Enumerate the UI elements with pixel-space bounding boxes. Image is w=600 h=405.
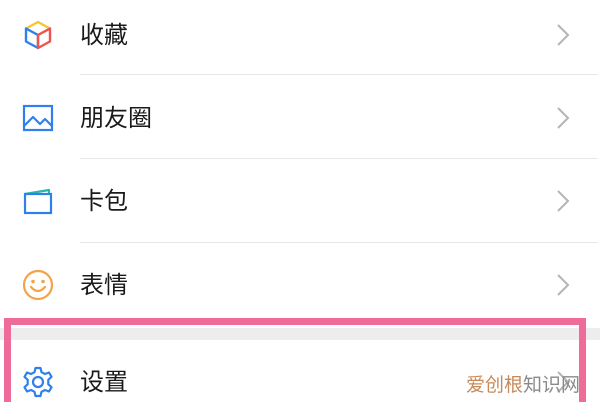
- menu-item-label: 卡包: [80, 187, 128, 215]
- settings-gear-icon: [21, 365, 55, 399]
- smiley-face-icon: [21, 268, 55, 302]
- menu-item-card-wallet[interactable]: 卡包: [0, 159, 600, 242]
- menu-item-label: 设置: [80, 368, 128, 396]
- card-wallet-icon: [21, 184, 55, 218]
- menu-item-moments[interactable]: 朋友圈: [0, 75, 600, 158]
- chevron-right-icon: [555, 105, 571, 131]
- favorites-cube-icon: [21, 18, 55, 52]
- menu-item-label: 朋友圈: [80, 104, 152, 132]
- menu-item-label: 收藏: [80, 21, 128, 49]
- watermark-site: 知识网: [523, 374, 581, 396]
- chevron-right-icon: [555, 22, 571, 48]
- chevron-right-icon: [555, 188, 571, 214]
- menu-item-stickers[interactable]: 表情: [0, 243, 600, 328]
- chevron-right-icon: [555, 272, 571, 298]
- menu-item-favorites[interactable]: 收藏: [0, 0, 600, 74]
- watermark-brand: 爱创根: [466, 374, 524, 396]
- watermark: 爱创根知识网: [466, 372, 580, 398]
- moments-image-icon: [21, 101, 55, 135]
- section-separator: [0, 328, 600, 340]
- menu-item-label: 表情: [80, 271, 128, 299]
